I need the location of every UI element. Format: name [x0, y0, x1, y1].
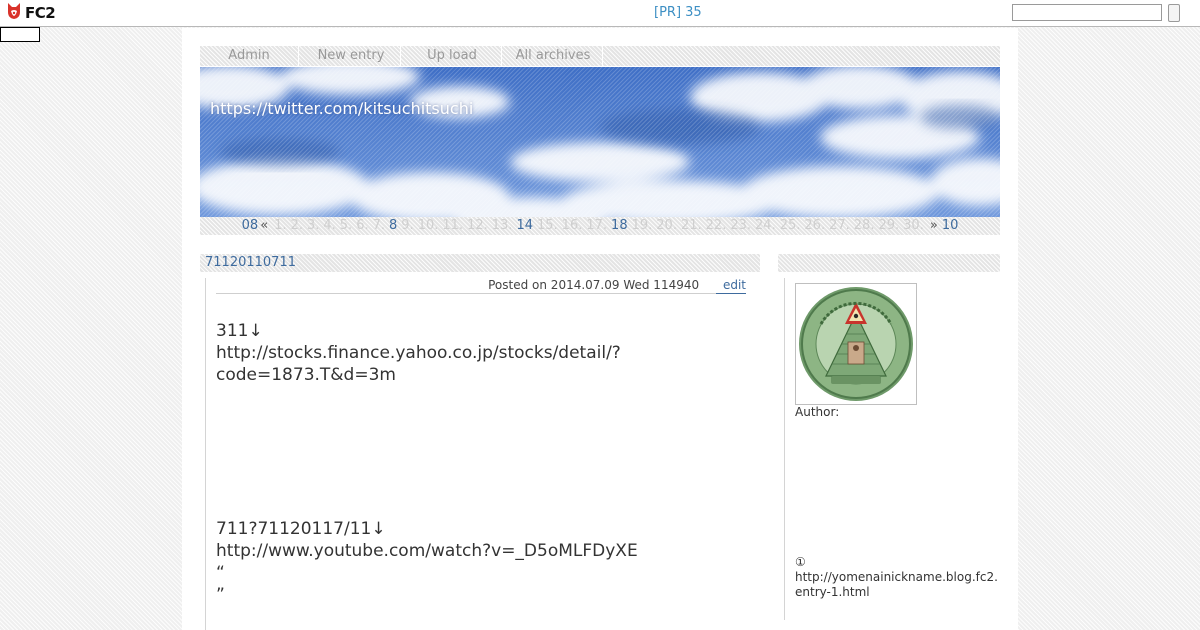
- entry-title-bar: 71120110711: [200, 254, 760, 272]
- eye-of-providence-seal-image: [799, 287, 913, 401]
- calendar-next-arrow[interactable]: »: [930, 218, 938, 233]
- pr-link[interactable]: [PR] 35: [654, 5, 702, 20]
- note-marker: ①: [795, 555, 806, 569]
- calendar-day: 19.: [631, 218, 653, 233]
- fc2-toolbar: FC2 [PR] 35: [0, 0, 1200, 27]
- admin-nav: Admin New entry Up load All archives: [200, 46, 1000, 66]
- blog-title[interactable]: https://twitter.com/kitsuchitsuchi: [210, 99, 473, 118]
- fc2-search-button[interactable]: [1168, 4, 1180, 22]
- calendar-day: 11.: [442, 218, 464, 233]
- nav-all-archives[interactable]: All archives: [504, 46, 603, 66]
- blog-header-banner: https://twitter.com/kitsuchitsuchi: [200, 67, 1000, 217]
- calendar-day: 20.: [656, 218, 677, 233]
- calendar-day: 26.: [804, 218, 826, 233]
- note-link-continued[interactable]: entry-1.html: [795, 585, 998, 600]
- calendar-day: 2.: [290, 218, 303, 233]
- author-avatar: [795, 283, 917, 405]
- edit-underline: [716, 293, 746, 294]
- skip-link-box[interactable]: [0, 27, 40, 42]
- calendar-day: 28.: [853, 218, 875, 233]
- entry-paragraph: 711?71120117/11↓ http://www.youtube.com/…: [216, 519, 638, 605]
- calendar-days: 1. 2. 3. 4. 5. 6. 7. 8 9. 10. 11. 12. 13. 14 15. 16. 17.…: [272, 218, 926, 233]
- calendar-day: 4.: [323, 218, 336, 233]
- calendar-prev-month[interactable]: 08: [242, 218, 259, 233]
- calendar-day: 5.: [339, 218, 353, 233]
- calendar-day: 22.: [705, 218, 727, 233]
- calendar-day: 23.: [730, 218, 752, 233]
- author-label: Author:: [795, 405, 840, 419]
- calendar-day: 6.: [356, 218, 369, 233]
- fc2-fox-icon: [6, 2, 22, 24]
- calendar-day: 1.: [274, 218, 287, 233]
- calendar-day: 9.: [401, 218, 414, 233]
- calendar-day: 24.: [755, 218, 776, 233]
- note-link[interactable]: http://yomenainickname.blog.fc2.: [795, 570, 998, 585]
- calendar-day[interactable]: 18: [611, 218, 628, 233]
- calendar-day: 16.: [561, 218, 583, 233]
- calendar-day: 27.: [829, 218, 850, 233]
- calendar-day: 25.: [779, 218, 801, 233]
- nav-admin[interactable]: Admin: [200, 46, 299, 66]
- calendar-prev-arrow[interactable]: «: [260, 218, 268, 233]
- sidebar: Author: ① http://yomenainickname.blog.fc…: [784, 278, 1001, 620]
- entry-body: Posted on 2014.07.09 Wed 114940 edit 311…: [205, 278, 766, 630]
- fc2-logo-text: FC2: [25, 4, 56, 22]
- banner-hatch-overlay: [200, 67, 1000, 217]
- sidebar-note: ① http://yomenainickname.blog.fc2. entry…: [795, 555, 998, 600]
- calendar-day[interactable]: 14: [516, 218, 533, 233]
- entry-meta: Posted on 2014.07.09 Wed 114940 edit: [216, 278, 746, 294]
- calendar-day: 13.: [491, 218, 513, 233]
- edit-link[interactable]: edit: [723, 278, 746, 292]
- calendar-day: 29.: [878, 218, 900, 233]
- posted-date: Posted on 2014.07.09 Wed 114940: [488, 278, 700, 292]
- entry-title[interactable]: 71120110711: [205, 255, 296, 270]
- entry-paragraph: 311↓ http://stocks.finance.yahoo.co.jp/s…: [216, 321, 621, 385]
- nav-new-entry[interactable]: New entry: [302, 46, 401, 66]
- calendar-day: 3.: [306, 218, 320, 233]
- calendar-day: 7.: [372, 218, 385, 233]
- calendar-next-month[interactable]: 10: [942, 218, 959, 233]
- calendar-day: 17.: [586, 218, 608, 233]
- calendar-day: 30.: [903, 218, 924, 233]
- calendar-bar: 08 « 1. 2. 3. 4. 5. 6. 7. 8 9. 10. 11. 12. 13. 14 15. 16.…: [200, 217, 1000, 235]
- sidebar-title-bar: [778, 254, 1000, 272]
- calendar-day: 15.: [536, 218, 558, 233]
- fc2-search-input[interactable]: [1012, 4, 1162, 21]
- calendar-day[interactable]: 8: [389, 218, 397, 233]
- nav-upload[interactable]: Up load: [403, 46, 502, 66]
- fc2-logo[interactable]: FC2: [6, 2, 56, 24]
- calendar-day: 10.: [417, 218, 439, 233]
- page-container: Admin New entry Up load All archives htt…: [182, 28, 1018, 630]
- calendar-day: 21.: [680, 218, 702, 233]
- calendar-day: 12.: [467, 218, 488, 233]
